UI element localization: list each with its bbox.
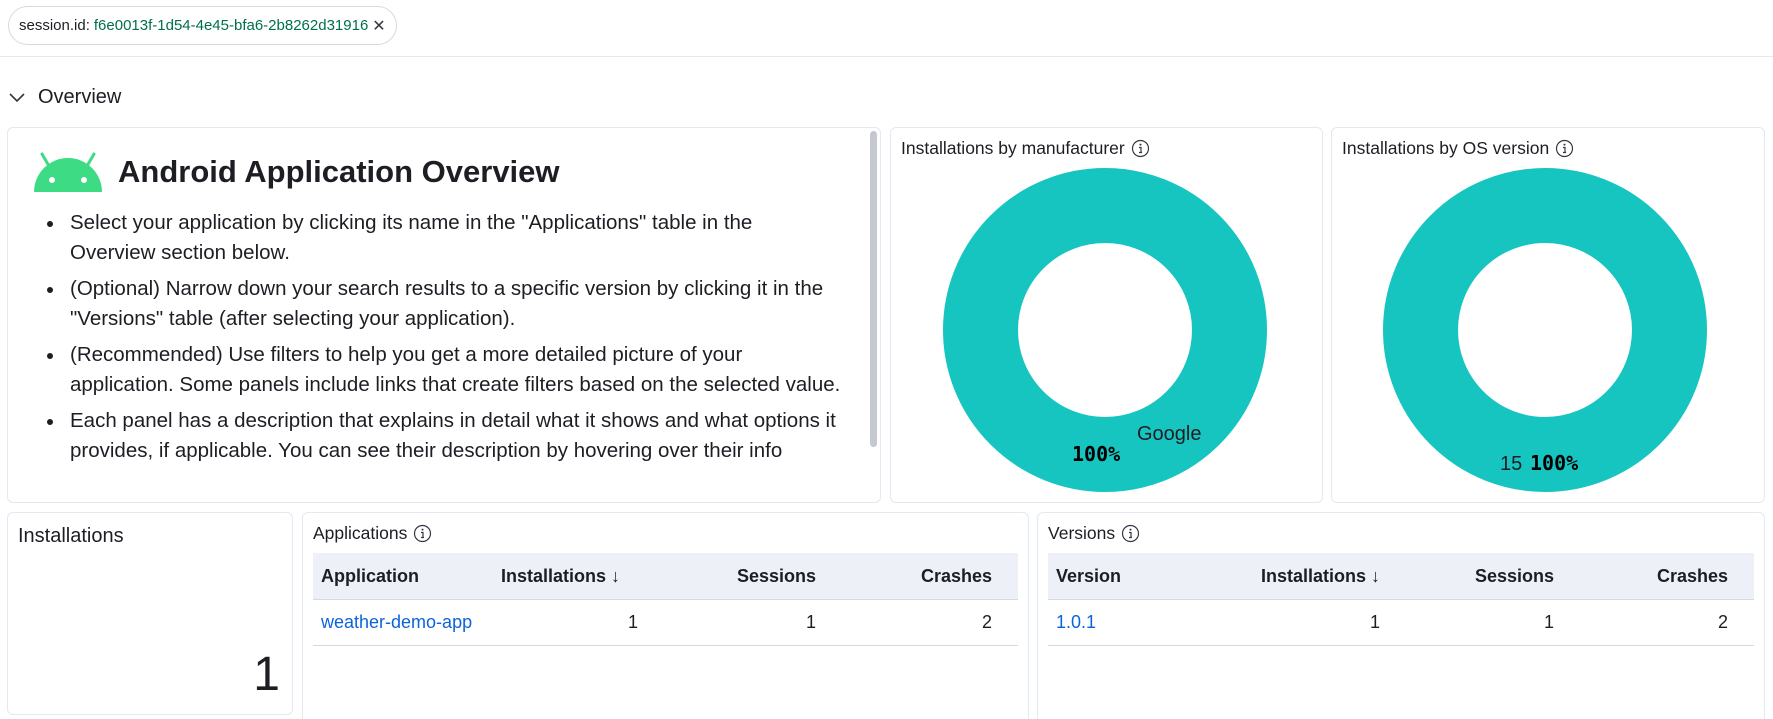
- column-header-sessions[interactable]: Sessions: [1388, 566, 1562, 587]
- donut-slice-15[interactable]: [1383, 168, 1707, 492]
- panel-title: Applications: [313, 523, 432, 544]
- instruction-item: Select your application by clicking its …: [32, 208, 842, 268]
- markdown-title: Android Application Overview: [118, 154, 560, 189]
- overview-section-toggle[interactable]: Overview: [8, 84, 121, 110]
- cell-crashes: 2: [1717, 612, 1728, 632]
- cell-sessions: 1: [1543, 612, 1554, 632]
- versions-panel-title: Versions: [1048, 523, 1116, 543]
- panel-title: Versions: [1048, 523, 1140, 544]
- slice-percent-label: 100%: [1072, 442, 1120, 466]
- column-header-crashes[interactable]: Crashes: [824, 566, 1000, 587]
- filter-key: session.id:: [19, 17, 90, 34]
- manufacturer-donut-panel: Installations by manufacturer Google 100…: [890, 127, 1323, 503]
- cell-installations: 1: [1369, 612, 1380, 632]
- remove-filter-icon[interactable]: ✕: [372, 16, 385, 36]
- cell-installations: 1: [627, 612, 638, 632]
- filter-pill-session-id[interactable]: session.id: f6e0013f-1d54-4e45-bfa6-2b82…: [8, 6, 397, 45]
- info-icon[interactable]: [1121, 524, 1140, 543]
- section-title: Overview: [38, 85, 122, 108]
- markdown-heading: Android Application Overview: [32, 150, 842, 194]
- applications-panel-title: Applications: [313, 523, 408, 543]
- metric-title: Installations: [18, 525, 124, 547]
- column-header-installations[interactable]: Installations ↓: [493, 566, 646, 587]
- table-header-row: Version Installations ↓ Sessions Crashes: [1048, 553, 1754, 600]
- chevron-down-icon: [9, 93, 25, 103]
- column-header-crashes[interactable]: Crashes: [1562, 566, 1736, 587]
- column-header-application[interactable]: Application: [313, 566, 493, 587]
- instruction-item: (Optional) Narrow down your search resul…: [32, 274, 842, 334]
- manufacturer-donut-chart: Google 100%: [943, 168, 1267, 492]
- scrollbar-thumb[interactable]: [870, 131, 877, 447]
- cell-crashes: 2: [981, 612, 992, 632]
- versions-table-panel: Versions Version Installations ↓ Session…: [1037, 512, 1765, 719]
- column-header-installations[interactable]: Installations ↓: [1228, 566, 1388, 587]
- slice-percent-label: 100%: [1530, 451, 1578, 475]
- info-icon[interactable]: [413, 524, 432, 543]
- column-header-sessions[interactable]: Sessions: [646, 566, 824, 587]
- filter-bar: session.id: f6e0013f-1d54-4e45-bfa6-2b82…: [0, 0, 1773, 57]
- instruction-item: (Recommended) Use filters to help you ge…: [32, 340, 842, 400]
- slice-label-15: 15: [1500, 453, 1522, 475]
- overview-markdown-panel: Android Application Overview Select your…: [7, 127, 881, 503]
- markdown-content: Android Application Overview Select your…: [8, 128, 866, 502]
- table-row: weather-demo-app 1 1 2: [313, 600, 1018, 646]
- cell-sessions: 1: [805, 612, 816, 632]
- applications-table: Application Installations ↓ Sessions Cra…: [313, 553, 1018, 646]
- metric-value: 1: [253, 648, 280, 701]
- applications-table-panel: Applications Application Installations ↓…: [302, 512, 1029, 719]
- slice-label-google: Google: [1137, 423, 1202, 445]
- table-header-row: Application Installations ↓ Sessions Cra…: [313, 553, 1018, 600]
- android-logo-icon: [34, 152, 102, 192]
- donut-slice-google[interactable]: [943, 168, 1267, 492]
- instructions-list: Select your application by clicking its …: [32, 208, 842, 466]
- column-header-version[interactable]: Version: [1048, 566, 1228, 587]
- versions-table: Version Installations ↓ Sessions Crashes…: [1048, 553, 1754, 646]
- os-version-donut-chart: 15 100%: [1383, 168, 1707, 492]
- instruction-item: Each panel has a description that explai…: [32, 406, 842, 466]
- os-version-donut-panel: Installations by OS version 15 100%: [1331, 127, 1765, 503]
- application-link[interactable]: weather-demo-app: [313, 612, 493, 633]
- installations-metric-panel: Installations 1: [7, 512, 293, 715]
- version-link[interactable]: 1.0.1: [1048, 612, 1228, 633]
- filter-value: f6e0013f-1d54-4e45-bfa6-2b8262d31916: [93, 17, 369, 34]
- table-row: 1.0.1 1 1 2: [1048, 600, 1754, 646]
